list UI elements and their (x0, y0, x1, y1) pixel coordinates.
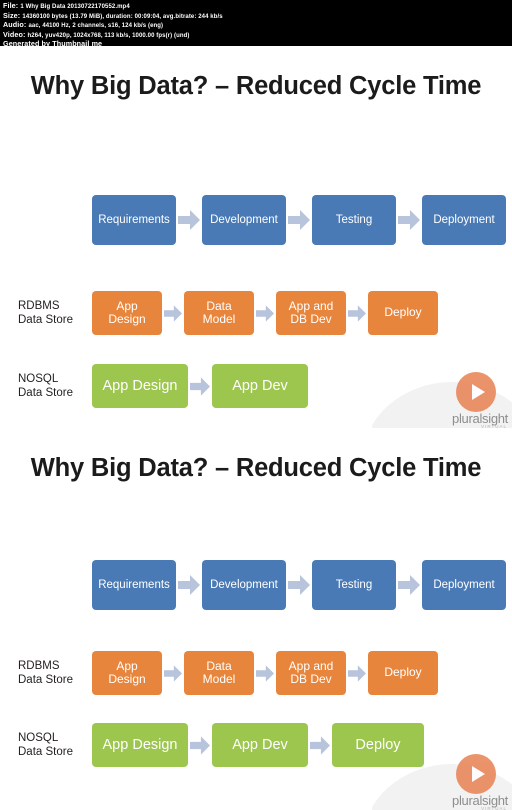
stage-box-deployment[interactable]: Deployment (422, 195, 506, 245)
stage-box-data-model[interactable]: Data Model (184, 651, 254, 695)
metadata-label-file: File: (3, 1, 19, 10)
stage-box-app-and-db-dev-label: App and DB Dev (288, 298, 334, 326)
arrow-icon (188, 732, 212, 758)
stage-box-requirements[interactable]: Requirements (92, 195, 176, 245)
pluralsight-sub-logo: VIRTUAL (481, 806, 507, 810)
stage-box-testing[interactable]: Testing (312, 195, 396, 245)
sdlc-row: Requirements Development Testing Deploym… (0, 195, 512, 245)
metadata-value-size: 14360100 bytes (13.79 MiB), duration: 00… (22, 13, 223, 20)
stage-box-app-design-label: App Design (108, 298, 146, 326)
metadata-value-file: 1 Why Big Data 20130722170552.mp4 (20, 4, 130, 10)
nosql-label-line1: NOSQL (18, 373, 59, 385)
stage-box-app-and-db-dev-label: App and DB Dev (288, 658, 334, 686)
stage-box-testing[interactable]: Testing (312, 560, 396, 610)
stage-box-app-design[interactable]: App Design (92, 723, 188, 767)
arrow-icon (176, 572, 202, 598)
stage-box-deploy-label: Deploy (384, 305, 422, 320)
player-overlay: pluralsight VIRTUAL (372, 366, 512, 428)
rdbms-row-label: RDBMS Data Store (0, 659, 92, 687)
metadata-value-audio: aac, 44100 Hz, 2 channels, s16, 124 kb/s… (28, 23, 164, 30)
play-button[interactable] (456, 372, 496, 412)
arrow-icon (254, 300, 276, 326)
arrow-icon (188, 373, 212, 399)
play-icon (471, 384, 485, 400)
slide-thumbnail-2[interactable]: Why Big Data? – Reduced Cycle Time Requi… (0, 428, 512, 810)
video-metadata-header: File: 1 Why Big Data 20130722170552.mp4 … (0, 0, 512, 48)
nosql-label-line1: NOSQL (18, 732, 59, 744)
nosql-track: App Design App Dev (92, 364, 308, 408)
rdbms-label-line1: RDBMS (18, 300, 60, 312)
metadata-label-audio: Audio: (3, 20, 27, 30)
metadata-line-size: Size: 14360100 bytes (13.79 MiB), durati… (3, 10, 509, 22)
sdlc-track: Requirements Development Testing Deploym… (92, 195, 506, 245)
stage-box-app-design[interactable]: App Design (92, 651, 162, 695)
stage-box-app-design[interactable]: App Design (92, 291, 162, 335)
stage-box-deploy[interactable]: Deploy (368, 651, 438, 695)
stage-box-deployment[interactable]: Deployment (422, 560, 506, 610)
arrow-icon (286, 572, 312, 598)
metadata-label-video: Video: (3, 29, 26, 39)
page-title: Why Big Data? – Reduced Cycle Time (30, 72, 482, 100)
stage-box-deploy-label: Deploy (384, 665, 422, 680)
metadata-label-size: Size: (3, 10, 21, 20)
arrow-icon (396, 572, 422, 598)
rdbms-label-line2: Data Store (18, 314, 73, 326)
rdbms-track: App Design Data Model App and DB Dev Dep… (92, 291, 438, 335)
slide-thumbnail-1[interactable]: Why Big Data? – Reduced Cycle Time Requi… (0, 46, 512, 428)
page-title: Why Big Data? – Reduced Cycle Time (30, 454, 482, 482)
arrow-icon (346, 300, 368, 326)
stage-box-app-dev[interactable]: App Dev (212, 364, 308, 408)
stage-box-data-model-label: Data Model (202, 658, 236, 686)
rdbms-row: RDBMS Data Store App Design Data Model A… (0, 651, 512, 695)
metadata-line-file: File: 1 Why Big Data 20130722170552.mp4 (3, 1, 509, 12)
stage-box-data-model[interactable]: Data Model (184, 291, 254, 335)
rdbms-row-label: RDBMS Data Store (0, 299, 92, 327)
play-icon (471, 766, 485, 782)
arrow-icon (286, 207, 312, 233)
sdlc-track: Requirements Development Testing Deploym… (92, 560, 506, 610)
rdbms-label-line2: Data Store (18, 674, 73, 686)
arrow-icon (162, 660, 184, 686)
stage-box-development[interactable]: Development (202, 195, 286, 245)
stage-box-app-and-db-dev[interactable]: App and DB Dev (276, 291, 346, 335)
sdlc-row: Requirements Development Testing Deploym… (0, 560, 512, 610)
stage-box-requirements[interactable]: Requirements (92, 560, 176, 610)
stage-box-deploy[interactable]: Deploy (368, 291, 438, 335)
rdbms-track: App Design Data Model App and DB Dev Dep… (92, 651, 438, 695)
rdbms-label-line1: RDBMS (18, 660, 60, 672)
arrow-icon (346, 660, 368, 686)
arrow-icon (176, 207, 202, 233)
stage-box-app-and-db-dev[interactable]: App and DB Dev (276, 651, 346, 695)
stage-box-app-dev[interactable]: App Dev (212, 723, 308, 767)
arrow-icon (396, 207, 422, 233)
stage-box-app-design-label: App Design (108, 658, 146, 686)
nosql-row-label: NOSQL Data Store (0, 731, 92, 759)
nosql-label-line2: Data Store (18, 387, 73, 399)
nosql-label-line2: Data Store (18, 746, 73, 758)
arrow-icon (308, 732, 332, 758)
stage-box-app-design[interactable]: App Design (92, 364, 188, 408)
arrow-icon (162, 300, 184, 326)
arrow-icon (254, 660, 276, 686)
stage-box-development[interactable]: Development (202, 560, 286, 610)
metadata-value-video: h264, yuv420p, 1024x768, 113 kb/s, 1000.… (27, 32, 190, 39)
player-overlay: pluralsight VIRTUAL (372, 748, 512, 810)
nosql-row-label: NOSQL Data Store (0, 372, 92, 400)
rdbms-row: RDBMS Data Store App Design Data Model A… (0, 291, 512, 335)
thumbnail-contact-sheet: File: 1 Why Big Data 20130722170552.mp4 … (0, 0, 512, 810)
stage-box-data-model-label: Data Model (202, 298, 236, 326)
metadata-line-audio: Audio: aac, 44100 Hz, 2 channels, s16, 1… (3, 20, 509, 31)
play-button[interactable] (456, 754, 496, 794)
